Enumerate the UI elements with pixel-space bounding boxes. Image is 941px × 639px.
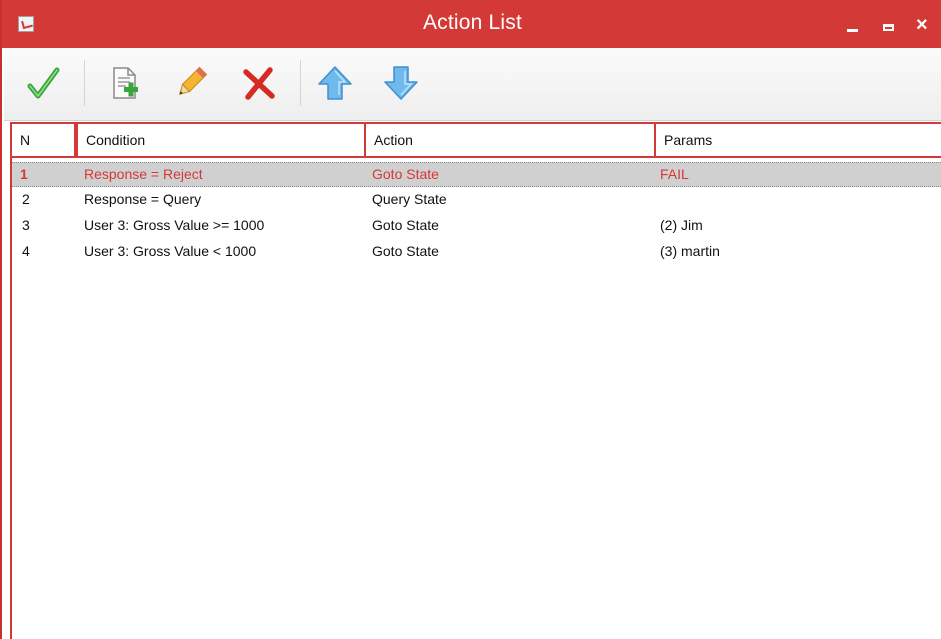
add-document-icon (113, 67, 138, 99)
edit-button[interactable] (172, 64, 210, 102)
down-arrow-icon (384, 66, 418, 100)
row-condition: User 3: Gross Value < 1000 (84, 243, 257, 259)
row-condition: Response = Reject (84, 166, 203, 182)
close-button[interactable]: × (916, 15, 934, 35)
action-list-window: Action List × N Condition Action Params … (0, 0, 941, 639)
minimize-button[interactable] (844, 16, 862, 34)
row-number: 2 (22, 191, 30, 207)
up-arrow-icon (318, 66, 352, 100)
red-x-icon (243, 67, 275, 100)
row-action: Goto State (372, 243, 439, 259)
header-underline (12, 156, 941, 158)
toolbar (4, 48, 941, 121)
move-down-button[interactable] (382, 64, 420, 102)
row-number: 3 (22, 217, 30, 233)
row-params: (2) Jim (660, 217, 703, 233)
add-button[interactable] (106, 64, 144, 102)
column-header-action[interactable]: Action (366, 124, 656, 156)
move-up-button[interactable] (316, 64, 354, 102)
title-bar[interactable]: Action List × (2, 0, 941, 48)
delete-button[interactable] (240, 64, 278, 102)
table-row[interactable]: 2 Response = Query Query State (12, 188, 941, 213)
toolbar-separator (300, 60, 301, 106)
table-header: N Condition Action Params (12, 124, 941, 158)
column-header-condition[interactable]: Condition (76, 124, 366, 156)
row-number: 4 (22, 243, 30, 259)
toolbar-separator (84, 60, 85, 106)
row-action: Query State (372, 191, 447, 207)
row-condition: Response = Query (84, 191, 202, 207)
column-header-n[interactable]: N (12, 124, 76, 156)
pencil-icon (178, 66, 208, 96)
row-params: (3) martin (660, 243, 720, 259)
row-action: Goto State (372, 217, 439, 233)
row-number: 1 (20, 166, 28, 182)
table-row[interactable]: 3 User 3: Gross Value >= 1000 Goto State… (12, 214, 941, 239)
table-row[interactable]: 4 User 3: Gross Value < 1000 Goto State … (12, 240, 941, 265)
row-action: Goto State (372, 166, 439, 182)
window-title: Action List (422, 11, 523, 34)
table-row[interactable]: 1 Response = Reject Goto State FAIL (12, 162, 941, 187)
checkmark-icon (27, 67, 60, 99)
column-header-params[interactable]: Params (656, 124, 941, 156)
row-condition: User 3: Gross Value >= 1000 (84, 217, 265, 233)
action-list-table[interactable]: N Condition Action Params 1 Response = R… (10, 122, 941, 639)
confirm-button[interactable] (24, 64, 62, 102)
row-params: FAIL (660, 166, 689, 182)
maximize-button[interactable] (880, 16, 898, 34)
